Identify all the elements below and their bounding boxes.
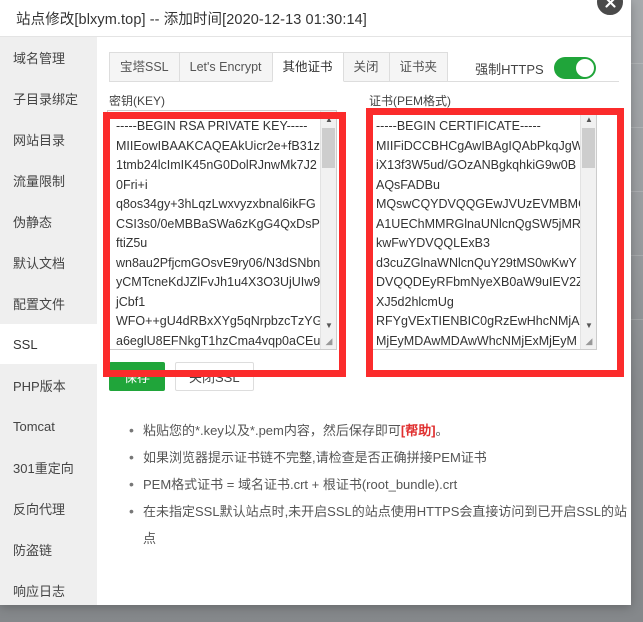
close-icon <box>604 0 616 8</box>
scroll-down-icon[interactable]: ▼ <box>581 317 596 333</box>
sidebar-item-site-dir[interactable]: 网站目录 <box>0 119 97 160</box>
tab-label: Let's Encrypt <box>189 60 262 74</box>
sidebar-item-label: 反向代理 <box>13 501 66 517</box>
sidebar-item-reverse-proxy[interactable]: 反向代理 <box>0 488 97 529</box>
sidebar-item-label: 子目录绑定 <box>13 91 79 107</box>
sidebar-item-rewrite[interactable]: 伪静态 <box>0 201 97 242</box>
sidebar-item-label: 伪静态 <box>13 214 53 230</box>
modal-header: 站点修改[blxym.top] -- 添加时间[2020-12-13 01:30… <box>0 0 631 37</box>
sidebar-item-label: 网站目录 <box>13 132 66 148</box>
ssl-tabs: 宝塔SSL Let's Encrypt 其他证书 关闭 证书夹 强制HTTPS <box>97 37 631 82</box>
tab-bt-ssl[interactable]: 宝塔SSL <box>109 52 180 82</box>
list-item: 如果浏览器提示证书链不完整,请检查是否正确拼接PEM证书 <box>129 444 631 471</box>
note-text: 在未指定SSL默认站点时,未开启SSL的站点使用HTTPS会直接访问到已开启SS… <box>143 504 627 546</box>
cert-field-label: 证书(PEM格式) <box>369 94 451 108</box>
sidebar-item-php-version[interactable]: PHP版本 <box>0 365 97 406</box>
tab-label: 证书夹 <box>399 60 438 74</box>
note-suffix: 。 <box>435 423 449 438</box>
scroll-up-icon[interactable]: ▲ <box>581 111 596 127</box>
key-textarea[interactable]: -----BEGIN RSA PRIVATE KEY----- MIIEowIB… <box>107 110 337 350</box>
help-link[interactable]: [帮助] <box>401 423 436 438</box>
action-buttons: 保存 关闭SSL <box>97 362 631 391</box>
sidebar-item-config-file[interactable]: 配置文件 <box>0 283 97 324</box>
list-item: 在未指定SSL默认站点时,未开启SSL的站点使用HTTPS会直接访问到已开启SS… <box>129 498 631 552</box>
note-text: PEM格式证书 = 域名证书.crt + 根证书(root_bundle).cr… <box>143 477 458 492</box>
tab-label: 其他证书 <box>282 60 333 74</box>
note-text: 如果浏览器提示证书链不完整,请检查是否正确拼接PEM证书 <box>143 450 487 465</box>
sidebar-item-label: 防盗链 <box>13 542 53 558</box>
sidebar-item-default-doc[interactable]: 默认文档 <box>0 242 97 283</box>
sidebar-item-tomcat[interactable]: Tomcat <box>0 406 97 447</box>
tab-cert-folder[interactable]: 证书夹 <box>388 52 449 82</box>
tab-other-cert[interactable]: 其他证书 <box>271 52 344 82</box>
sidebar-item-label: 流量限制 <box>13 173 66 189</box>
key-field-label: 密钥(KEY) <box>109 94 166 108</box>
save-button[interactable]: 保存 <box>109 362 166 391</box>
sidebar-item-label: PHP版本 <box>13 378 66 394</box>
cert-input-area: 密钥(KEY) -----BEGIN RSA PRIVATE KEY----- … <box>97 82 631 350</box>
site-edit-modal: 站点修改[blxym.top] -- 添加时间[2020-12-13 01:30… <box>0 0 631 605</box>
force-https-toggle[interactable] <box>553 57 596 79</box>
force-https-control: 强制HTTPS <box>475 57 596 79</box>
resize-grip-icon[interactable]: ◢ <box>581 333 596 349</box>
close-ssl-button[interactable]: 关闭SSL <box>175 362 254 391</box>
scrollbar-thumb[interactable] <box>582 128 595 168</box>
sidebar-item-traffic-limit[interactable]: 流量限制 <box>0 160 97 201</box>
content-panel: 宝塔SSL Let's Encrypt 其他证书 关闭 证书夹 强制HTTPS … <box>97 37 631 605</box>
sidebar-item-301-redirect[interactable]: 301重定向 <box>0 447 97 488</box>
list-item: 粘贴您的*.key以及*.pem内容，然后保存即可[帮助]。 <box>129 417 631 444</box>
page-title: 站点修改[blxym.top] -- 添加时间[2020-12-13 01:30… <box>16 11 367 28</box>
sidebar-item-label: 配置文件 <box>13 296 66 312</box>
resize-grip-icon[interactable]: ◢ <box>321 333 336 349</box>
list-item: PEM格式证书 = 域名证书.crt + 根证书(root_bundle).cr… <box>129 471 631 498</box>
tab-close[interactable]: 关闭 <box>342 52 390 82</box>
key-textarea-scrollbar[interactable]: ▲ ▼ ◢ <box>320 111 336 349</box>
tab-label: 关闭 <box>353 60 379 74</box>
scrollbar-thumb[interactable] <box>322 128 335 168</box>
note-text: 粘贴您的*.key以及*.pem内容，然后保存即可 <box>143 423 401 438</box>
sidebar-item-label: 域名管理 <box>13 50 66 66</box>
sidebar-item-label: Tomcat <box>13 418 55 434</box>
help-notes: 粘贴您的*.key以及*.pem内容，然后保存即可[帮助]。 如果浏览器提示证书… <box>97 417 631 552</box>
sidebar-item-label: SSL <box>13 336 38 352</box>
key-field: 密钥(KEY) -----BEGIN RSA PRIVATE KEY----- … <box>107 92 337 350</box>
sidebar-item-label: 默认文档 <box>13 255 66 271</box>
sidebar-item-subdir-bind[interactable]: 子目录绑定 <box>0 78 97 119</box>
cert-textarea-scrollbar[interactable]: ▲ ▼ ◢ <box>580 111 596 349</box>
sidebar-item-label: 响应日志 <box>13 583 66 599</box>
cert-textarea-value: -----BEGIN CERTIFICATE----- MIIFiDCCBHCg… <box>376 119 580 348</box>
sidebar: 域名管理 子目录绑定 网站目录 流量限制 伪静态 默认文档 配置文件 SSL P… <box>0 37 97 605</box>
tab-label: 宝塔SSL <box>120 60 169 74</box>
force-https-label: 强制HTTPS <box>475 61 544 77</box>
key-textarea-value: -----BEGIN RSA PRIVATE KEY----- MIIEowIB… <box>116 119 320 348</box>
sidebar-item-domain-manage[interactable]: 域名管理 <box>0 37 97 78</box>
modal-body: 域名管理 子目录绑定 网站目录 流量限制 伪静态 默认文档 配置文件 SSL P… <box>0 37 631 605</box>
scroll-down-icon[interactable]: ▼ <box>321 317 336 333</box>
tab-lets-encrypt[interactable]: Let's Encrypt <box>178 52 273 82</box>
scroll-up-icon[interactable]: ▲ <box>321 111 336 127</box>
sidebar-item-ssl[interactable]: SSL <box>0 324 97 365</box>
sidebar-item-response-log[interactable]: 响应日志 <box>0 570 97 605</box>
cert-textarea[interactable]: -----BEGIN CERTIFICATE----- MIIFiDCCBHCg… <box>367 110 597 350</box>
toggle-knob <box>575 59 594 77</box>
sidebar-item-label: 301重定向 <box>13 460 74 476</box>
cert-field: 证书(PEM格式) -----BEGIN CERTIFICATE----- MI… <box>367 92 597 350</box>
sidebar-item-anti-leech[interactable]: 防盗链 <box>0 529 97 570</box>
